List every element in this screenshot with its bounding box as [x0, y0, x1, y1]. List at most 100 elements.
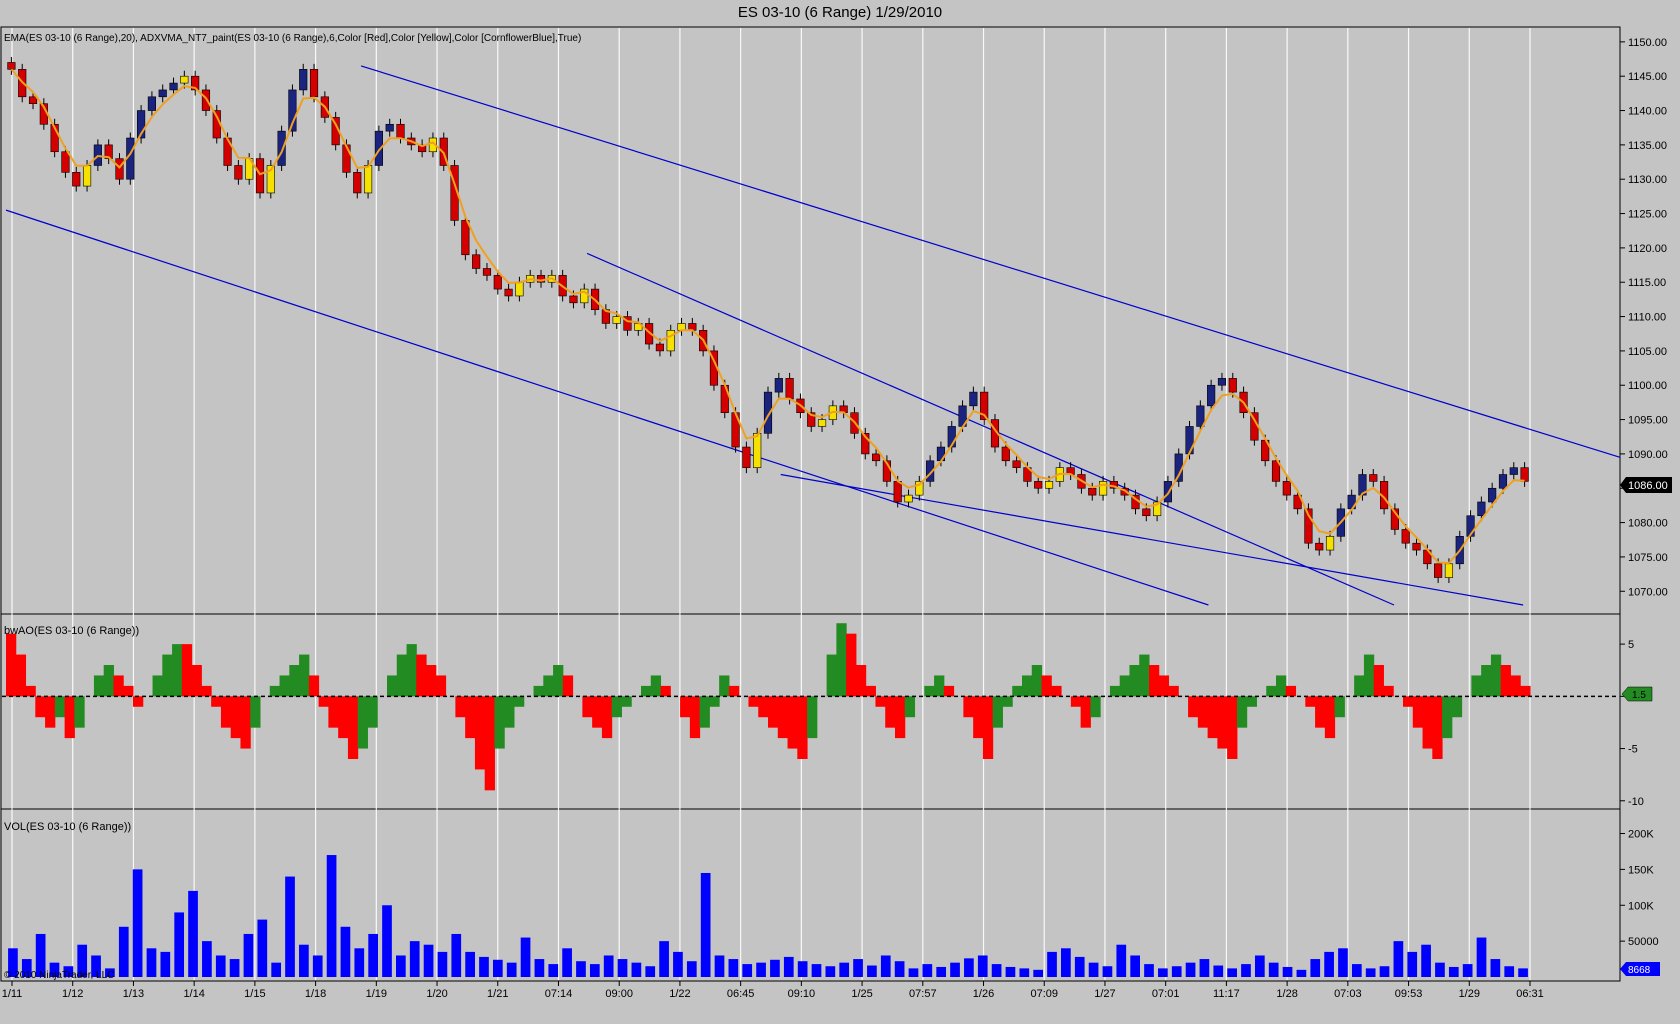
oscillator-bar [474, 696, 486, 770]
volume-bar [617, 959, 628, 977]
oscillator-bar [943, 685, 955, 697]
oscillator-bar [904, 696, 916, 718]
oscillator-bar [728, 685, 740, 697]
volume-bar [1074, 956, 1085, 977]
oscillator-bar [152, 675, 163, 697]
volume-bar [534, 959, 545, 977]
oscillator-bar [484, 696, 495, 791]
oscillator-bar [1022, 675, 1033, 697]
candle-body [493, 275, 502, 290]
time-tick-label: 1/13 [123, 988, 144, 1000]
oscillator-bar [406, 644, 417, 697]
time-tick-label: 07:03 [1334, 988, 1362, 1000]
volume-bar [174, 912, 185, 977]
candle-body [1217, 378, 1227, 386]
candle-body [234, 165, 243, 180]
volume-bar [354, 948, 365, 977]
oscillator-bar [865, 685, 876, 697]
candle-body [1207, 384, 1216, 407]
time-tick-label: 09:10 [788, 988, 816, 1000]
volume-bar [950, 962, 960, 977]
oscillator-bar [533, 685, 544, 697]
oscillator-tick-label: -10 [1628, 796, 1644, 808]
oscillator-bar [699, 696, 710, 728]
candle-body [364, 165, 373, 194]
candle-body [1012, 460, 1021, 468]
oscillator-bar [553, 665, 564, 697]
candle-body [115, 158, 124, 180]
oscillator-bar [133, 696, 144, 707]
volume-bar [894, 961, 905, 977]
volume-bar [825, 966, 836, 977]
candle-body [1088, 487, 1097, 496]
volume-bar [160, 951, 171, 977]
volume-bar [1379, 966, 1390, 977]
oscillator-bar [1080, 696, 1091, 728]
oscillator-bar [992, 696, 1003, 728]
candle-body [61, 151, 70, 173]
volume-bar [229, 959, 240, 977]
oscillator-bar [1500, 665, 1511, 697]
candle-body [515, 281, 524, 297]
oscillator-bar [25, 685, 36, 697]
candle-body [342, 144, 351, 173]
oscillator-bar [113, 675, 124, 697]
price-tick-label: 1150.00 [1628, 37, 1667, 49]
oscillator-bar [35, 696, 46, 718]
oscillator-bar [103, 665, 114, 697]
oscillator-bar [1520, 685, 1531, 697]
oscillator-bar [74, 696, 85, 728]
oscillator-bar [1305, 696, 1316, 707]
oscillator-bar [1442, 696, 1453, 739]
volume-bar [382, 905, 392, 977]
time-tick-label: 07:01 [1152, 988, 1180, 1000]
candle-body [1412, 542, 1421, 551]
oscillator-bar [1285, 685, 1297, 697]
oscillator-bar [172, 644, 183, 697]
volume-bar [243, 933, 254, 977]
volume-bar [257, 919, 268, 977]
volume-bar [506, 962, 517, 977]
oscillator-bar [680, 696, 691, 718]
time-tick-label: 07:57 [909, 988, 937, 1000]
time-tick-label: 09:00 [605, 988, 633, 1000]
oscillator-bar [1422, 696, 1433, 749]
oscillator-bar [1158, 675, 1170, 697]
price-tick-label: 1070.00 [1628, 586, 1668, 598]
oscillator-last-text: 1.5 [1632, 690, 1646, 701]
candle-body [1325, 536, 1335, 551]
candle-body [201, 89, 211, 111]
volume-bar [396, 955, 406, 977]
oscillator-tick-label: -5 [1628, 744, 1638, 756]
price-tick-label: 1140.00 [1628, 106, 1667, 118]
price-panel[interactable] [0, 26, 1621, 615]
volume-bar [312, 955, 323, 977]
oscillator-bar [1246, 696, 1257, 707]
oscillator-bar [611, 696, 622, 718]
volume-bar [700, 872, 711, 977]
volume-bar [1351, 964, 1362, 977]
volume-indicator-label: VOL(ES 03-10 (6 Range)) [4, 821, 131, 833]
oscillator-bar [1363, 654, 1375, 697]
oscillator-bar [15, 654, 27, 697]
volume-bar [853, 959, 863, 977]
oscillator-bar [123, 685, 134, 697]
volume-bar [645, 966, 656, 977]
last-price-text: 1086.00 [1628, 480, 1668, 492]
oscillator-bar [1139, 654, 1150, 697]
volume-bar [1019, 968, 1030, 977]
oscillator-bar [1002, 696, 1013, 707]
oscillator-bar [1090, 696, 1101, 718]
oscillator-bar [1432, 696, 1443, 759]
time-tick-label: 1/22 [669, 988, 690, 1000]
candle-body [482, 268, 492, 276]
volume-bar [1338, 948, 1348, 977]
oscillator-bar [1188, 696, 1199, 718]
oscillator-bar [826, 654, 837, 697]
volume-bar [1490, 959, 1501, 977]
volume-bar [1241, 964, 1251, 977]
oscillator-bar [592, 696, 603, 728]
oscillator-indicator-label: bwAO(ES 03-10 (6 Range)) [4, 625, 139, 637]
chart-canvas[interactable]: 1150.00 1145.00 1140.00 1135.00 1130.00 1125.… [0, 0, 1680, 1024]
oscillator-bar [191, 665, 202, 697]
